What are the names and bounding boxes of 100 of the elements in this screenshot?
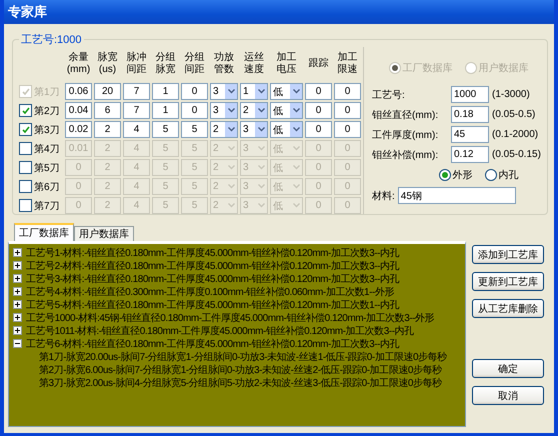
dropdown[interactable]: 3 <box>210 102 238 119</box>
column-header: 功放 管数 <box>213 50 235 77</box>
tree-item[interactable]: 工艺号5-材料:-钼丝直径0.180mm-工件厚度45.000mm-钼丝补偿0.120mm-加工次数1--内孔 <box>26 298 400 312</box>
tab[interactable]: 用户数据库 <box>74 226 134 241</box>
plus-box-icon[interactable] <box>13 287 22 296</box>
checkbox[interactable]: 第6刀 <box>19 178 63 195</box>
input-field[interactable]: 0.18 <box>451 106 489 123</box>
tree-item[interactable]: 工艺号3-材料:-钼丝直径0.180mm-工件厚度45.000mm-钼丝补偿0.120mm-加工次数3--内孔 <box>26 272 400 286</box>
chevron-down-icon <box>228 184 234 189</box>
action-button[interactable]: 从工艺库删除 <box>472 299 544 318</box>
group-title: 工艺号:1000 <box>20 33 83 47</box>
input-field[interactable]: 7 <box>123 102 150 119</box>
input-field[interactable]: 5 <box>152 121 179 138</box>
input-field[interactable]: 0 <box>334 121 361 138</box>
field-label: 钼丝直径(mm): <box>372 108 440 122</box>
column-header: 分组 脉宽 <box>154 51 176 77</box>
tree-item[interactable]: 第3刀-脉宽2.00us-脉间4-分组脉宽5-分组脉间5-功放2-未知波-丝速3-低压-跟踪0-加工限速0步每秒 <box>39 376 442 390</box>
input-field[interactable]: 1 <box>152 102 179 119</box>
tree-item[interactable]: 工艺号1-材料:-钼丝直径0.180mm-工件厚度45.000mm-钼丝补偿0.120mm-加工次数3--内孔 <box>26 246 400 260</box>
radio-button[interactable]: 外形 <box>438 168 472 182</box>
input-field[interactable]: 1000 <box>451 86 489 103</box>
column-header: 余量 (mm) <box>66 51 92 77</box>
column-header: 脉冲 间距 <box>126 50 148 77</box>
dropdown[interactable]: 3 <box>240 121 268 138</box>
range-hint: (1-3000) <box>492 89 530 100</box>
input-field[interactable]: 0 <box>305 102 332 119</box>
checkbox[interactable]: 第4刀 <box>19 140 63 157</box>
input-field[interactable]: 0 <box>181 102 208 119</box>
checkbox[interactable]: 第2刀 <box>19 102 63 119</box>
field-label: 工艺号: <box>372 88 406 102</box>
column-header: 分组 间距 <box>184 51 206 77</box>
checkbox[interactable]: 第7刀 <box>19 197 63 214</box>
range-hint: (0.05-0.15) <box>492 149 541 160</box>
input-field[interactable]: 0 <box>305 121 332 138</box>
field-label: 钼丝补偿(mm): <box>372 148 440 162</box>
input-field[interactable]: 0.12 <box>451 146 489 163</box>
dialog-button[interactable]: 取消 <box>472 386 544 405</box>
input-field[interactable]: 5 <box>181 121 208 138</box>
input-field[interactable]: 6 <box>94 102 121 119</box>
dropdown[interactable]: 2 <box>240 102 268 119</box>
tree-item[interactable]: 工艺号6-材料:-钼丝直径0.180mm-工件厚度45.000mm-钼丝补偿0.120mm-加工次数3--内孔 <box>26 336 400 350</box>
dropdown[interactable]: 低 <box>270 83 303 100</box>
chevron-down-icon <box>228 89 234 94</box>
action-button[interactable]: 添加到工艺库 <box>472 245 544 264</box>
input-field[interactable]: 0 <box>334 83 361 100</box>
dropdown[interactable]: 低 <box>270 121 303 138</box>
dropdown[interactable]: 1 <box>240 83 268 100</box>
input-field[interactable]: 0 <box>334 102 361 119</box>
plus-box-icon[interactable] <box>13 248 22 257</box>
chevron-down-icon <box>292 127 300 132</box>
tree-item[interactable]: 第1刀-脉宽20.00us-脉间7-分组脉宽1-分组脉间0-功放3-未知波-丝速1-低压-跟踪0-加工限速0步每秒 <box>39 350 447 364</box>
check-icon <box>22 88 30 96</box>
dropdown[interactable]: 2 <box>210 121 238 138</box>
input-field[interactable]: 7 <box>123 83 150 100</box>
plus-box-icon[interactable] <box>13 274 22 283</box>
checkbox[interactable]: 第5刀 <box>19 159 63 176</box>
tree-item[interactable]: 工艺号1011-材料:-钼丝直径0.180mm-工件厚度45.000mm-钼丝补偿0.120mm-加工次数3--内孔 <box>26 324 414 338</box>
input-field[interactable]: 1 <box>152 83 179 100</box>
column-header: 加工 电压 <box>276 50 298 77</box>
plus-box-icon[interactable] <box>13 326 22 335</box>
chevron-down-icon <box>258 184 264 189</box>
tree-item[interactable]: 第2刀-脉宽6.00us-脉间7-分组脉宽1-分组脉间0-功放3-未知波-丝速2-低压-跟踪0-加工限速0步每秒 <box>39 362 442 376</box>
input-field[interactable]: 4 <box>123 121 150 138</box>
action-button[interactable]: 更新到工艺库 <box>472 272 544 291</box>
input-field[interactable]: 20 <box>94 83 121 100</box>
chevron-down-icon <box>228 203 234 208</box>
chevron-down-icon <box>292 89 300 94</box>
tab[interactable]: 工厂数据库 <box>14 223 74 241</box>
minus-box-icon[interactable] <box>13 339 22 348</box>
tree-item[interactable]: 工艺号2-材料:-钼丝直径0.180mm-工件厚度45.000mm-钼丝补偿0.120mm-加工次数3--内孔 <box>26 258 400 272</box>
chevron-down-icon <box>258 203 264 208</box>
chevron-down-icon <box>228 127 234 132</box>
column-header: 跟踪 <box>308 56 330 71</box>
chevron-down-icon <box>258 108 264 113</box>
dropdown[interactable]: 低 <box>270 102 303 119</box>
input-field[interactable]: 0.06 <box>65 83 92 100</box>
dropdown[interactable]: 3 <box>210 83 238 100</box>
input-field[interactable]: 0.02 <box>65 121 92 138</box>
tree-item[interactable]: 工艺号1000-材料:45钢-钼丝直径0.180mm-工件厚度45.000mm-钼丝补偿0.120mm-加工次数3--外形 <box>26 310 434 324</box>
plus-box-icon[interactable] <box>13 300 22 309</box>
dialog-button[interactable]: 确定 <box>472 359 544 378</box>
chevron-down-icon <box>228 108 234 113</box>
chevron-down-icon <box>292 203 300 208</box>
plus-box-icon[interactable] <box>13 261 22 270</box>
input-field[interactable]: 0 <box>181 83 208 100</box>
chevron-down-icon <box>228 146 234 151</box>
input-field[interactable]: 45钢 <box>398 187 516 204</box>
checkbox[interactable]: 第3刀 <box>19 121 63 138</box>
plus-box-icon[interactable] <box>13 313 22 322</box>
field-label: 工件厚度(mm): <box>372 128 440 142</box>
input-field[interactable]: 0 <box>305 83 332 100</box>
input-field[interactable]: 0.04 <box>65 102 92 119</box>
input-field[interactable]: 2 <box>94 121 121 138</box>
radio-button[interactable]: 内孔 <box>484 168 518 182</box>
field-label: 材料: <box>372 190 395 202</box>
input-field[interactable]: 45 <box>451 126 489 143</box>
tree-item[interactable]: 工艺号4-材料:-钼丝直径0.300mm-工件厚度0.100mm-钼丝补偿0.060mm-加工次数1--外形 <box>26 284 394 298</box>
chevron-down-icon <box>258 165 264 170</box>
chevron-down-icon <box>292 165 300 170</box>
column-header: 脉宽 (us) <box>96 50 118 77</box>
